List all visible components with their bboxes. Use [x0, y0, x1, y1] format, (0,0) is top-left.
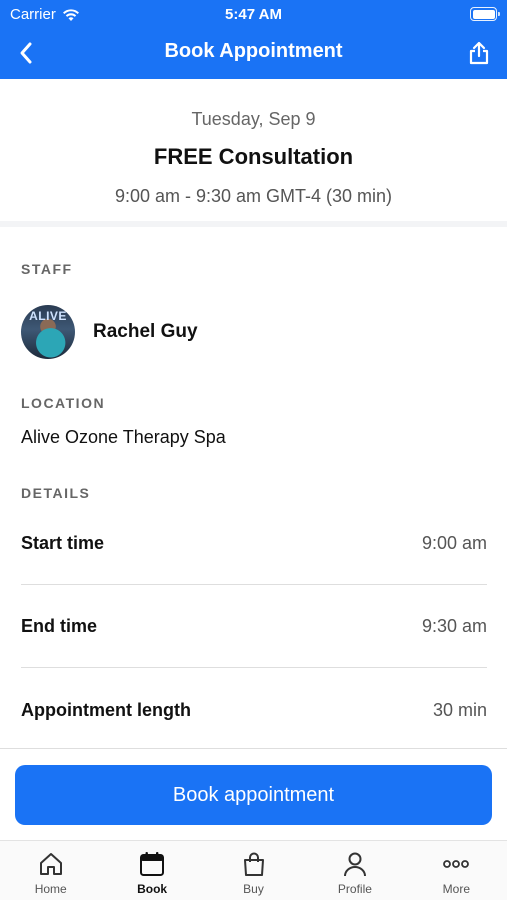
detail-value: 30 min: [432, 700, 487, 720]
location-section-label: LOCATION: [21, 395, 106, 411]
detail-value: 9:00 am: [421, 532, 487, 553]
divider: [0, 748, 507, 749]
tab-more[interactable]: More: [406, 841, 507, 900]
status-carrier: Carrier: [10, 6, 80, 23]
tab-book[interactable]: Book: [101, 841, 202, 900]
details-section-label: DETAILS: [21, 485, 91, 501]
chevron-left-icon: [20, 42, 32, 64]
person-icon: [340, 849, 370, 879]
appointment-date: Tuesday, Sep 9: [191, 109, 316, 129]
staff-name: Rachel Guy: [93, 321, 198, 342]
location-value: Alive Ozone Therapy Spa: [21, 427, 226, 447]
avatar: ALIVE: [21, 305, 75, 359]
calendar-icon: [137, 849, 167, 879]
staff-row: ALIVE Rachel Guy: [21, 304, 198, 360]
tab-bar: Home Book Buy Profile More: [0, 840, 507, 900]
shopping-bag-icon: [239, 849, 269, 879]
avatar-logo-text: ALIVE: [29, 309, 67, 323]
detail-row-appointment-length: Appointment length 30 min: [21, 669, 487, 752]
detail-label: End time: [21, 615, 98, 636]
detail-row-start-time: Start time 9:00 am: [21, 502, 487, 585]
appointment-time-range: 9:00 am - 9:30 am GMT-4 (30 min): [114, 186, 393, 206]
carrier-label: Carrier: [10, 6, 56, 23]
tab-buy[interactable]: Buy: [203, 841, 304, 900]
tab-label: Profile: [337, 882, 372, 896]
tab-home[interactable]: Home: [0, 841, 101, 900]
battery-icon: [470, 7, 500, 21]
tab-label: Home: [34, 882, 67, 896]
detail-label: Appointment length: [21, 700, 191, 720]
tab-label: Book: [137, 882, 168, 896]
share-icon: [469, 41, 489, 65]
more-icon: [441, 849, 471, 879]
tab-label: More: [442, 882, 470, 896]
appointment-summary: Tuesday, Sep 9 FREE Consultation 9:00 am…: [0, 79, 507, 227]
wifi-icon: [62, 8, 79, 21]
detail-value: 9:30 am: [421, 615, 487, 636]
detail-row-end-time: End time 9:30 am: [21, 585, 487, 668]
back-button[interactable]: [12, 38, 40, 68]
book-appointment-button[interactable]: Book appointment: [15, 765, 492, 825]
tab-label: Buy: [243, 882, 264, 896]
staff-section-label: STAFF: [21, 261, 73, 277]
status-bar: Carrier 5:47 AM: [0, 0, 507, 28]
share-button[interactable]: [465, 38, 493, 68]
detail-label: Start time: [21, 532, 105, 553]
home-icon: [36, 849, 66, 879]
header-bar: Carrier 5:47 AM Book Appointment: [0, 0, 507, 79]
page-title: Book Appointment: [164, 40, 343, 62]
service-name: FREE Consultation: [153, 144, 354, 169]
tab-profile[interactable]: Profile: [304, 841, 405, 900]
